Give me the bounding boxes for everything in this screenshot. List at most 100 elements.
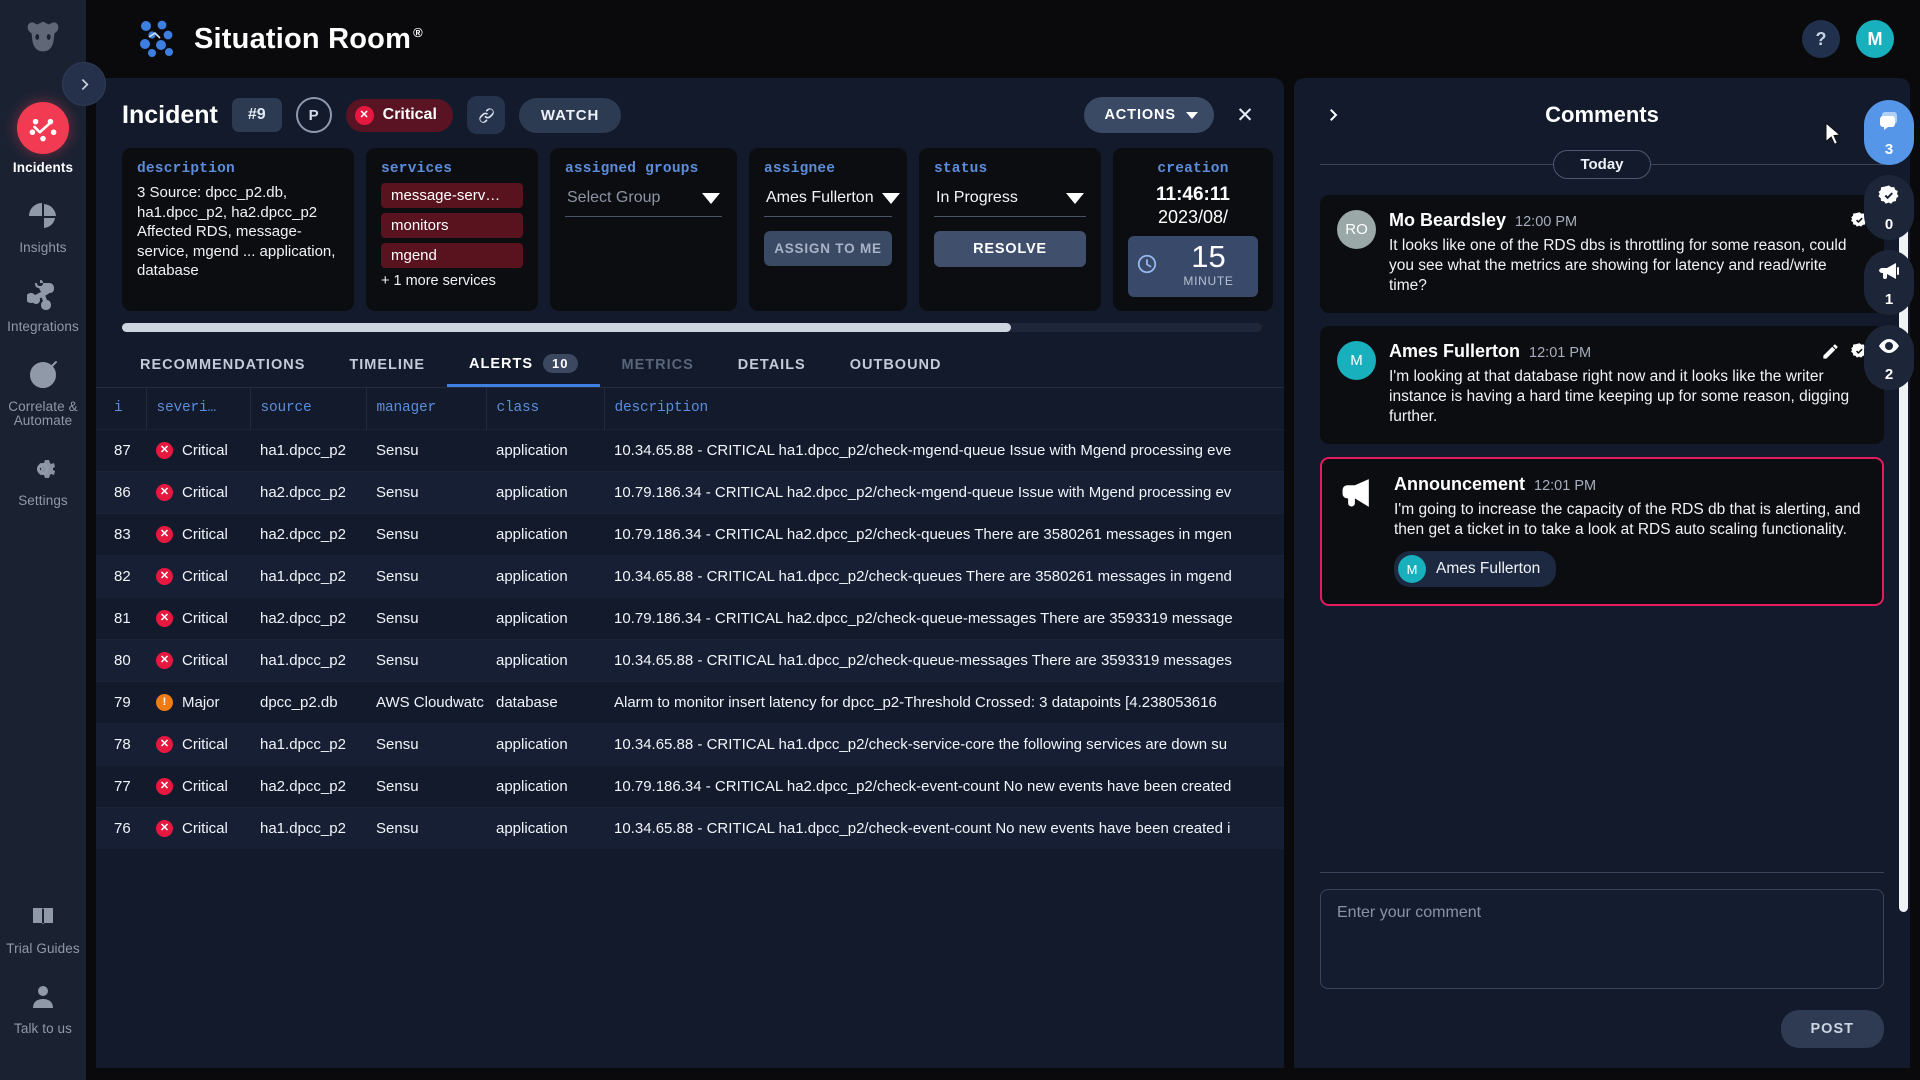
table-row[interactable]: 83 ✕ Critical ha2.dpcc_p2 Sensu application 10… xyxy=(96,513,1284,556)
copy-link-button[interactable] xyxy=(466,96,505,134)
severity-critical-icon: ✕ xyxy=(156,610,173,627)
actions-button[interactable]: ACTIONS xyxy=(1084,97,1214,133)
cell-manager: Sensu xyxy=(376,820,419,837)
services-more-label[interactable]: + 1 more services xyxy=(381,273,523,289)
tab-label: TIMELINE xyxy=(349,357,426,373)
cell-id: 78 xyxy=(114,736,131,753)
service-chip[interactable]: monitors xyxy=(381,213,523,238)
table-row[interactable]: 82 ✕ Critical ha1.dpcc_p2 Sensu application 10… xyxy=(96,555,1284,598)
sidebar-item-settings[interactable]: Settings xyxy=(0,439,86,519)
cell-source: ha2.dpcc_p2 xyxy=(260,484,346,501)
left-sidebar: Incidents Insights Integrations Correlat… xyxy=(0,0,86,1080)
col-header-manager[interactable]: manager xyxy=(366,388,487,430)
comment-time: 12:00 PM xyxy=(1515,214,1578,230)
announcement-author[interactable]: M Ames Fullerton xyxy=(1394,551,1557,587)
cell-id: 81 xyxy=(114,610,131,627)
scrollbar-track[interactable] xyxy=(122,323,1262,332)
right-icon-rail: 3 0 1 2 xyxy=(1858,78,1920,390)
chevron-right-icon xyxy=(1330,109,1338,121)
app-root: Incidents Insights Integrations Correlat… xyxy=(0,0,1920,1080)
close-button[interactable]: ✕ xyxy=(1228,98,1262,132)
status-badge[interactable]: ✕ Critical xyxy=(345,98,453,132)
chevron-down-icon xyxy=(702,192,720,204)
severity-label: Critical xyxy=(182,736,228,753)
cell-manager: AWS Cloudwatc xyxy=(376,694,484,711)
description-value: 3 Source: dpcc_p2.db, ha1.dpcc_p2, ha2.d… xyxy=(137,184,336,279)
sidebar-item-talk-to-us[interactable]: Talk to us xyxy=(0,967,86,1047)
sidebar-bottom-group: Trial Guides Talk to us xyxy=(0,887,86,1080)
table-row[interactable]: 87 ✕ Critical ha1.dpcc_p2 Sensu application 10… xyxy=(96,429,1284,472)
table-row[interactable]: 78 ✕ Critical ha1.dpcc_p2 Sensu application 10… xyxy=(96,723,1284,766)
resolve-button[interactable]: RESOLVE xyxy=(934,231,1086,267)
post-row: POST xyxy=(1320,1010,1884,1048)
tab-alerts[interactable]: ALERTS 10 xyxy=(447,346,600,387)
status-select[interactable]: In Progress xyxy=(934,183,1086,217)
comment-composer: POST xyxy=(1294,872,1910,1068)
cell-description: 10.34.65.88 - CRITICAL ha1.dpcc_p2/check… xyxy=(614,652,1232,669)
watch-button[interactable]: WATCH xyxy=(518,97,622,133)
sidebar-expand-button[interactable] xyxy=(62,62,106,106)
incident-panel: Incident #9 P ✕ Critical WATCH ACTIONS ✕… xyxy=(96,78,1284,1068)
age-number: 15 xyxy=(1191,239,1226,274)
table-row[interactable]: 76 ✕ Critical ha1.dpcc_p2 Sensu application 10… xyxy=(96,807,1284,849)
day-label: Today xyxy=(1553,150,1651,179)
tab-timeline[interactable]: TIMELINE xyxy=(327,349,447,387)
chevron-down-icon xyxy=(1186,111,1198,119)
cell-id: 82 xyxy=(114,568,131,585)
service-chip[interactable]: mgend xyxy=(381,243,523,268)
service-chip[interactable]: message-serv… xyxy=(381,183,523,208)
table-row[interactable]: 79! Major dpcc_p2.db AWS Cloudwatc database A… xyxy=(96,681,1284,724)
sidebar-item-correlate-automate[interactable]: Correlate & Automate xyxy=(0,345,86,439)
incident-age: 15 MINUTE xyxy=(1128,236,1258,297)
comment-card: M Ames Fullerton 12:01 PM I'm looking at th… xyxy=(1320,326,1884,444)
tab-recommendations[interactable]: RECOMMENDATIONS xyxy=(118,349,327,387)
assignee-select[interactable]: Ames Fullerton xyxy=(764,183,900,217)
meta-horizontal-scrollbar[interactable] xyxy=(96,311,1284,332)
col-header-severity[interactable]: severi… xyxy=(146,388,251,430)
avatar[interactable]: M xyxy=(1856,20,1894,58)
sidebar-item-insights[interactable]: Insights xyxy=(0,186,86,266)
rail-verified-button[interactable]: 0 xyxy=(1864,175,1914,240)
rail-watchers-button[interactable]: 2 xyxy=(1864,325,1914,390)
sidebar-item-integrations[interactable]: Integrations xyxy=(0,265,86,345)
sidebar-item-trial-guides[interactable]: Trial Guides xyxy=(0,887,86,967)
table-row[interactable]: 77 ✕ Critical ha2.dpcc_p2 Sensu application 10… xyxy=(96,765,1284,808)
cell-description: 10.34.65.88 - CRITICAL ha1.dpcc_p2/check… xyxy=(614,442,1232,459)
comment-input[interactable] xyxy=(1320,889,1884,989)
priority-badge[interactable]: P xyxy=(295,97,332,133)
cell-id: 83 xyxy=(114,526,131,543)
comments-collapse-button[interactable] xyxy=(1316,98,1350,132)
help-button[interactable]: ? xyxy=(1802,20,1840,58)
tab-metrics[interactable]: METRICS xyxy=(600,349,716,387)
scrollbar-thumb[interactable] xyxy=(122,323,1012,332)
col-header-class[interactable]: class xyxy=(486,388,605,430)
col-header-i[interactable]: i xyxy=(96,388,147,430)
tab-outbound[interactable]: OUTBOUND xyxy=(828,349,964,387)
assign-to-me-button[interactable]: ASSIGN TO ME xyxy=(764,231,892,266)
rail-comments-button[interactable]: 3 xyxy=(1864,100,1914,165)
severity-label: Critical xyxy=(382,106,437,123)
brand-title-text: Situation Room xyxy=(194,22,412,55)
announcement-text: I'm going to increase the capacity of th… xyxy=(1394,501,1861,538)
announcement-card: Announcement 12:01 PM I'm going to increas… xyxy=(1320,457,1884,606)
assigned-groups-select[interactable]: Select Group xyxy=(565,183,722,217)
edit-pencil-icon[interactable] xyxy=(1821,342,1840,361)
table-row[interactable]: 81 ✕ Critical ha2.dpcc_p2 Sensu application 10… xyxy=(96,597,1284,640)
sidebar-item-label: Talk to us xyxy=(13,1020,73,1036)
announcement-time: 12:01 PM xyxy=(1534,478,1597,494)
tab-label: DETAILS xyxy=(737,357,806,373)
cell-description: 10.34.65.88 - CRITICAL ha1.dpcc_p2/check… xyxy=(614,736,1228,753)
assignee-label: assignee xyxy=(764,161,836,177)
col-header-source[interactable]: source xyxy=(250,388,367,430)
table-row[interactable]: 80 ✕ Critical ha1.dpcc_p2 Sensu application 10… xyxy=(96,639,1284,682)
cell-source: ha2.dpcc_p2 xyxy=(260,778,346,795)
severity-critical-icon: ✕ xyxy=(156,442,173,459)
person-icon xyxy=(25,979,61,1015)
table-row[interactable]: 86 ✕ Critical ha2.dpcc_p2 Sensu application 10… xyxy=(96,471,1284,514)
tab-details[interactable]: DETAILS xyxy=(716,349,828,387)
rail-announcements-button[interactable]: 1 xyxy=(1864,250,1914,315)
severity-major-icon: ! xyxy=(156,694,173,711)
post-button[interactable]: POST xyxy=(1780,1010,1884,1048)
col-header-description[interactable]: description xyxy=(604,388,1284,430)
sidebar-item-incidents[interactable]: Incidents xyxy=(0,90,86,186)
